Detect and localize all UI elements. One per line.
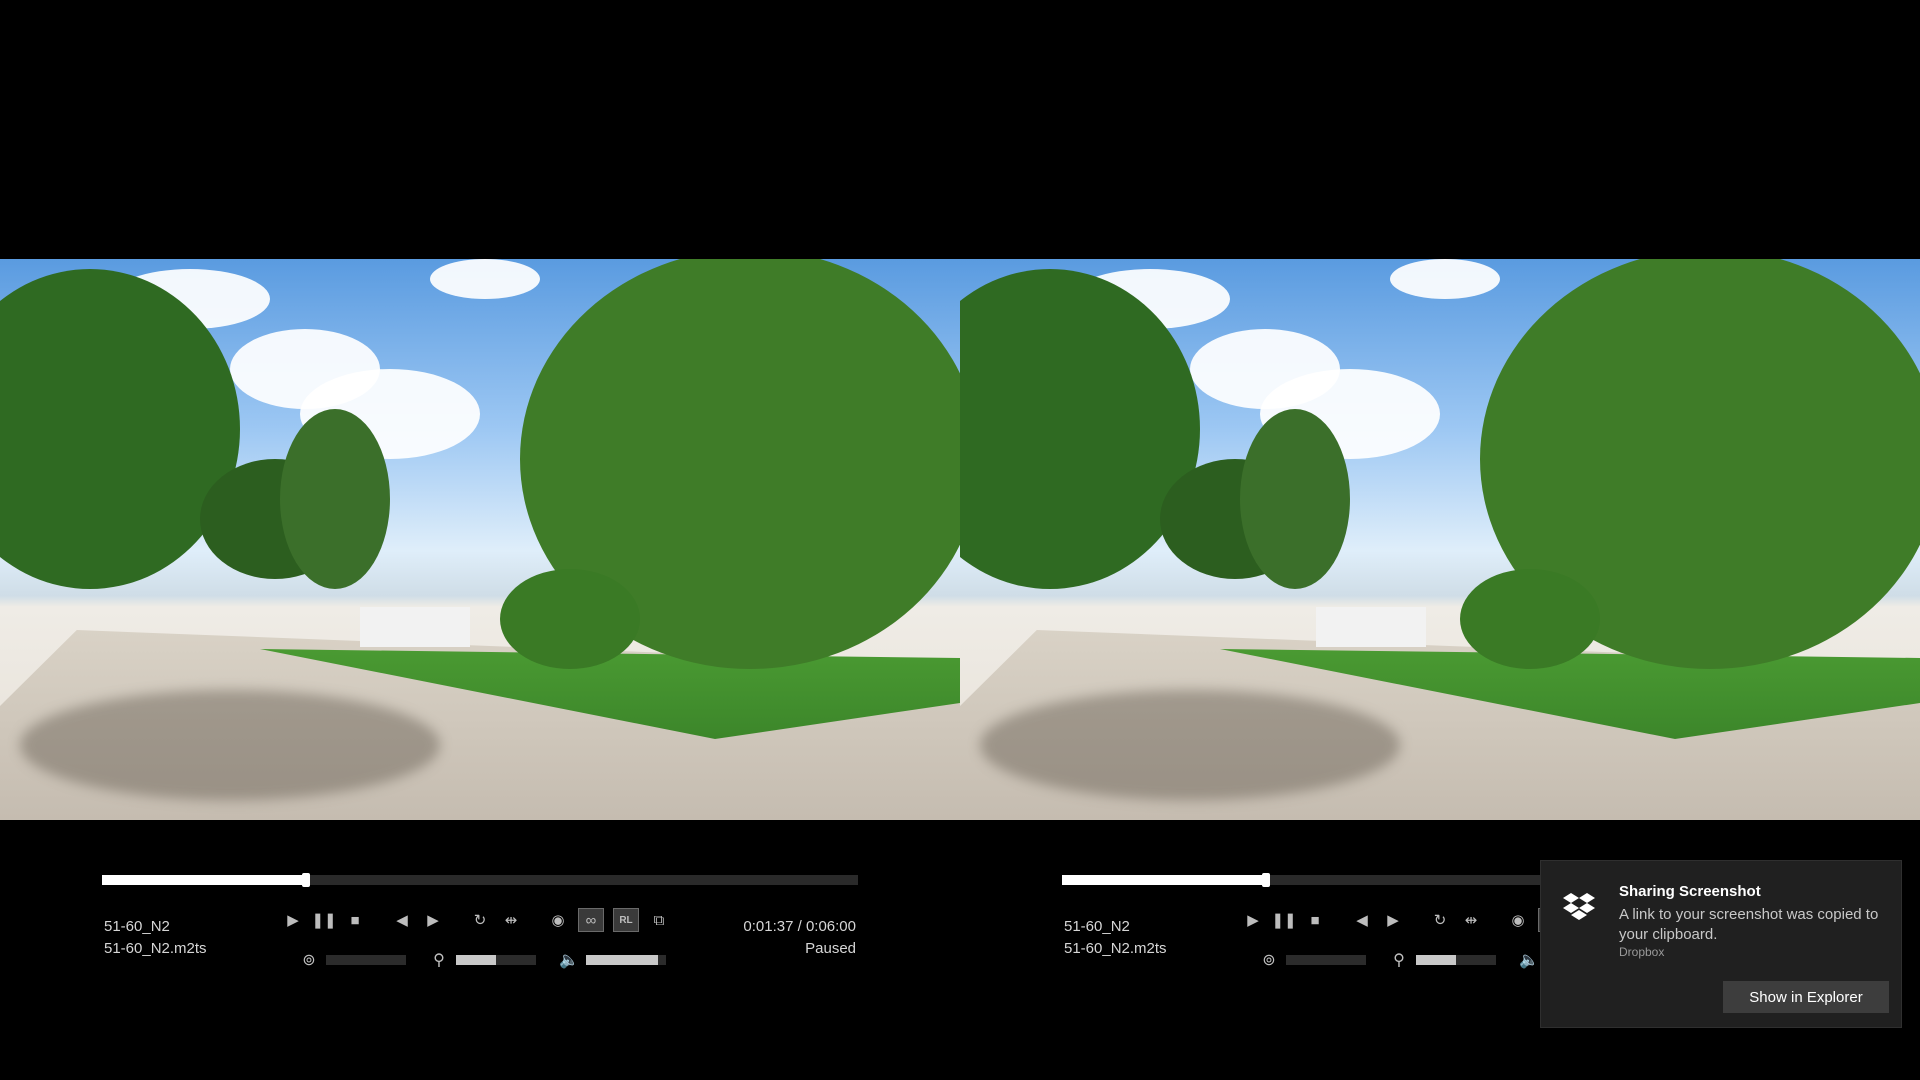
next-frame-button[interactable]: ▶	[1382, 909, 1404, 931]
loop-button[interactable]: ↻	[469, 909, 491, 931]
slider-row: ⊚ ⚲ 🔈	[1258, 948, 1546, 972]
dropbox-icon	[1563, 893, 1595, 920]
video-filename: 51-60_N2.m2ts	[104, 940, 207, 957]
zoom-slider[interactable]	[1416, 955, 1496, 965]
loop-button[interactable]: ↻	[1429, 909, 1451, 931]
3d-glasses-button[interactable]: ∞	[578, 908, 604, 932]
seek-thumb[interactable]	[1262, 873, 1271, 887]
play-button[interactable]: ▶	[282, 909, 304, 931]
volume-icon: 🔈	[559, 952, 579, 969]
stop-button[interactable]: ■	[1304, 909, 1326, 931]
zoom-slider[interactable]	[456, 955, 536, 965]
toast-title: Sharing Screenshot	[1619, 883, 1761, 900]
prev-frame-icon: ◀	[1356, 912, 1368, 929]
stereo-icon: ⊚	[302, 952, 316, 969]
slider-row: ⊚ ⚲ 🔈	[298, 948, 688, 972]
playback-buttons: ▶ ❚❚ ■ ◀ ▶ ↻ ⇹ ◉ ∞ RL ⧉	[282, 906, 679, 934]
3d-glasses-icon: ∞	[585, 911, 597, 929]
stereo-icon: ⊚	[1262, 952, 1276, 969]
pause-button[interactable]: ❚❚	[311, 909, 337, 931]
next-frame-icon: ▶	[427, 912, 439, 929]
zoom-icon: ⚲	[433, 952, 445, 969]
eye-button[interactable]: ◉	[547, 909, 569, 931]
pause-button[interactable]: ❚❚	[1271, 909, 1297, 931]
prev-frame-button[interactable]: ◀	[1351, 909, 1373, 931]
external-window-icon: ⧉	[653, 911, 665, 929]
stop-button[interactable]: ■	[344, 909, 366, 931]
file-info: 51-60_N2 51-60_N2.m2ts	[1064, 916, 1167, 960]
eye-icon: ◉	[1511, 912, 1525, 929]
pause-icon: ❚❚	[1271, 912, 1297, 929]
next-frame-icon: ▶	[1387, 912, 1399, 929]
swap-icon: ⇹	[504, 912, 518, 929]
loop-icon: ↻	[1433, 912, 1447, 929]
left-player: 51-60_N2 51-60_N2.m2ts ▶ ❚❚ ■ ◀ ▶ ↻ ⇹ ◉ …	[0, 0, 960, 1080]
show-in-explorer-button[interactable]: Show in Explorer	[1723, 981, 1889, 1013]
swap-icon: ⇹	[1464, 912, 1478, 929]
seek-thumb[interactable]	[302, 873, 311, 887]
volume-icon: 🔈	[1519, 952, 1539, 969]
play-button[interactable]: ▶	[1242, 909, 1264, 931]
seek-fill	[1062, 875, 1267, 885]
playback-buttons: ▶ ❚❚ ■ ◀ ▶ ↻ ⇹ ◉ ∞	[1242, 906, 1573, 934]
parallax-slider[interactable]	[1286, 955, 1366, 965]
play-icon: ▶	[287, 912, 299, 929]
parallax-slider[interactable]	[326, 955, 406, 965]
video-frame[interactable]	[0, 259, 960, 820]
toast-message: A link to your screenshot was copied to …	[1619, 906, 1879, 943]
rl-swap-icon: RL	[619, 914, 633, 926]
loop-icon: ↻	[473, 912, 487, 929]
swap-button[interactable]: ⇹	[500, 909, 522, 931]
external-window-button[interactable]: ⧉	[648, 909, 670, 931]
volume-slider[interactable]	[586, 955, 666, 965]
time-readout: 0:01:37 / 0:06:00	[743, 918, 856, 935]
eye-icon: ◉	[551, 912, 565, 929]
toast-app-name: Dropbox	[1619, 945, 1665, 959]
playback-status: Paused	[805, 940, 856, 957]
video-title: 51-60_N2	[1064, 918, 1130, 935]
player-controls: 51-60_N2 51-60_N2.m2ts ▶ ❚❚ ■ ◀ ▶ ↻ ⇹ ◉ …	[0, 870, 960, 990]
video-title: 51-60_N2	[104, 918, 170, 935]
pause-icon: ❚❚	[311, 912, 337, 929]
zoom-icon: ⚲	[1393, 952, 1405, 969]
eye-button[interactable]: ◉	[1507, 909, 1529, 931]
seek-fill	[102, 875, 307, 885]
stop-icon: ■	[1310, 911, 1320, 929]
next-frame-button[interactable]: ▶	[422, 909, 444, 931]
prev-frame-icon: ◀	[396, 912, 408, 929]
stop-icon: ■	[350, 911, 360, 929]
time-info: 0:01:37 / 0:06:00 Paused	[743, 916, 856, 960]
video-frame[interactable]	[960, 259, 1920, 820]
notification-toast[interactable]: Sharing Screenshot A link to your screen…	[1540, 860, 1902, 1028]
rl-swap-button[interactable]: RL	[613, 908, 639, 932]
file-info: 51-60_N2 51-60_N2.m2ts	[104, 916, 207, 960]
swap-button[interactable]: ⇹	[1460, 909, 1482, 931]
video-filename: 51-60_N2.m2ts	[1064, 940, 1167, 957]
seek-bar[interactable]	[102, 873, 858, 887]
prev-frame-button[interactable]: ◀	[391, 909, 413, 931]
play-icon: ▶	[1247, 912, 1259, 929]
